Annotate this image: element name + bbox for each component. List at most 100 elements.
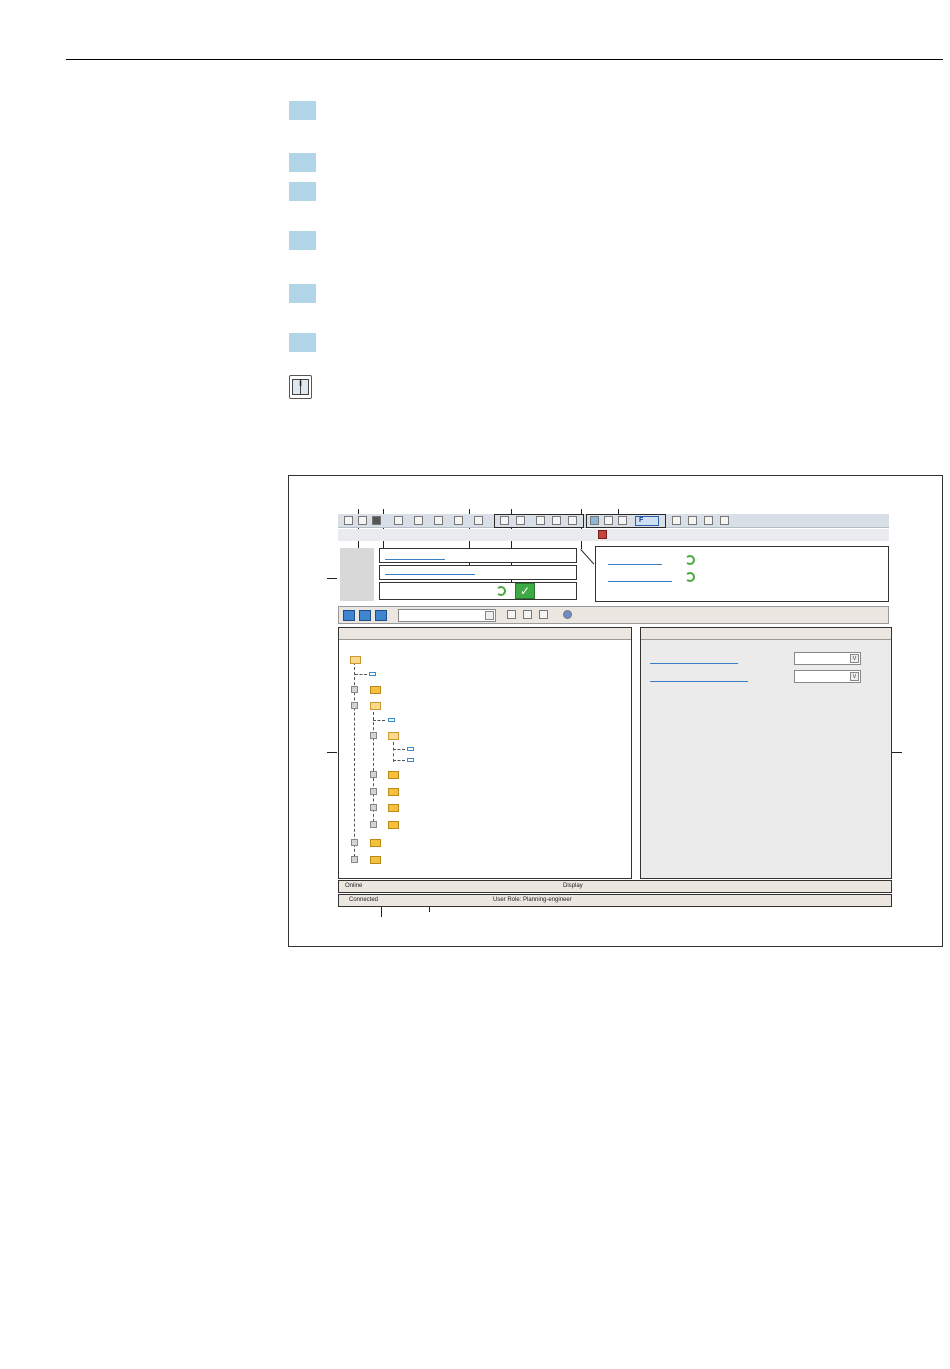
save-icon[interactable] bbox=[372, 516, 381, 525]
device-icon[interactable] bbox=[414, 516, 423, 525]
folder-icon[interactable] bbox=[370, 856, 381, 864]
device-name-field bbox=[379, 548, 577, 563]
print-icon[interactable] bbox=[394, 516, 403, 525]
callout-tick-left bbox=[327, 752, 337, 753]
step-marker-3 bbox=[289, 182, 316, 201]
function-button[interactable]: F bbox=[635, 516, 659, 526]
tree-node[interactable] bbox=[370, 804, 377, 811]
device-tag-link[interactable] bbox=[385, 574, 475, 575]
tree-line bbox=[355, 674, 367, 675]
alarm-icon[interactable] bbox=[598, 530, 607, 539]
layout-icon[interactable] bbox=[343, 610, 355, 621]
callout-tick-right bbox=[892, 752, 902, 753]
tree-panel-header bbox=[339, 628, 631, 640]
parameter-select-2[interactable]: v bbox=[794, 670, 861, 683]
tree-line bbox=[393, 760, 405, 761]
download-icon[interactable] bbox=[552, 516, 561, 525]
callout-line bbox=[580, 549, 595, 565]
device-image bbox=[340, 548, 374, 601]
folder-icon[interactable] bbox=[370, 839, 381, 847]
folder-icon[interactable] bbox=[388, 732, 399, 740]
new-file-icon[interactable] bbox=[344, 516, 353, 525]
parameter-select-1[interactable]: v bbox=[794, 652, 861, 665]
storage-icon[interactable] bbox=[568, 516, 577, 525]
tree-node[interactable] bbox=[351, 839, 358, 846]
scan-icon[interactable] bbox=[618, 516, 627, 525]
disconnect-icon[interactable] bbox=[516, 516, 525, 525]
connection-status: Connected bbox=[349, 897, 379, 903]
view-select[interactable] bbox=[398, 609, 496, 622]
callout-tick-left bbox=[327, 578, 337, 579]
step-marker-2 bbox=[289, 153, 316, 172]
window-icon[interactable] bbox=[474, 516, 483, 525]
tree-node[interactable] bbox=[370, 788, 377, 795]
tab-online[interactable]: Online bbox=[345, 883, 362, 889]
help-icon[interactable] bbox=[454, 516, 463, 525]
parameter-panel-header bbox=[641, 628, 891, 640]
edit-icon[interactable] bbox=[523, 610, 532, 619]
parameter-icon[interactable] bbox=[407, 758, 414, 762]
tool-icon[interactable] bbox=[688, 516, 697, 525]
tree-node[interactable] bbox=[351, 702, 358, 709]
globe-icon[interactable] bbox=[563, 610, 572, 619]
folder-icon[interactable] bbox=[388, 788, 399, 796]
software-screenshot-figure: F ✓ v v Online Display Connected User Ro… bbox=[288, 475, 943, 947]
value-link-1[interactable] bbox=[608, 564, 662, 565]
parameter-panel: v v bbox=[640, 627, 892, 879]
tool-icon[interactable] bbox=[672, 516, 681, 525]
upload-icon[interactable] bbox=[536, 516, 545, 525]
tool-icon[interactable] bbox=[704, 516, 713, 525]
tool-icon[interactable] bbox=[720, 516, 729, 525]
wrench-icon[interactable] bbox=[507, 610, 516, 619]
view-tab-bar: Online Display bbox=[338, 880, 892, 893]
device-status-field bbox=[379, 582, 577, 600]
status-ok-icon: ✓ bbox=[515, 583, 535, 599]
folder-icon[interactable] bbox=[370, 702, 381, 710]
refresh-icon[interactable] bbox=[685, 555, 695, 565]
refresh-icon[interactable] bbox=[496, 586, 506, 596]
step-marker-1 bbox=[289, 101, 316, 120]
tree-line bbox=[393, 749, 405, 750]
network-icon[interactable] bbox=[604, 516, 613, 525]
parameter-icon[interactable] bbox=[369, 672, 376, 676]
user-role: User Role: Planning-engineer bbox=[493, 897, 572, 903]
status-bar: Connected User Role: Planning-engineer bbox=[338, 894, 892, 907]
tree-node[interactable] bbox=[351, 686, 358, 693]
step-marker-6 bbox=[289, 333, 316, 352]
parameter-icon[interactable] bbox=[388, 718, 395, 722]
tree-node[interactable] bbox=[370, 732, 377, 739]
folder-icon[interactable] bbox=[388, 821, 399, 829]
tree-line bbox=[393, 742, 394, 762]
value-link-2[interactable] bbox=[608, 581, 672, 582]
device-list-icon[interactable] bbox=[590, 516, 599, 525]
menu-strip bbox=[338, 529, 889, 541]
device-name-link[interactable] bbox=[385, 559, 445, 560]
manual-info-icon: i bbox=[289, 375, 312, 399]
navigation-tree-panel bbox=[338, 627, 632, 879]
tree-node[interactable] bbox=[351, 856, 358, 863]
connect-icon[interactable] bbox=[500, 516, 509, 525]
printer-icon[interactable] bbox=[434, 516, 443, 525]
measured-values-box bbox=[595, 546, 889, 602]
step-marker-5 bbox=[289, 284, 316, 303]
tree-node[interactable] bbox=[370, 821, 377, 828]
layout-icon[interactable] bbox=[375, 610, 387, 621]
callout-line bbox=[381, 907, 382, 917]
tree-node[interactable] bbox=[370, 771, 377, 778]
refresh-icon[interactable] bbox=[685, 572, 695, 582]
header-rule bbox=[66, 59, 943, 60]
folder-icon[interactable] bbox=[388, 804, 399, 812]
folder-icon[interactable] bbox=[370, 686, 381, 694]
folder-icon[interactable] bbox=[350, 656, 361, 664]
tab-display[interactable]: Display bbox=[563, 883, 583, 889]
open-folder-icon[interactable] bbox=[358, 516, 367, 525]
parameter-link-1[interactable] bbox=[650, 663, 738, 664]
folder-icon[interactable] bbox=[388, 771, 399, 779]
parameter-link-2[interactable] bbox=[650, 681, 748, 682]
tree-line bbox=[373, 720, 385, 721]
print-icon[interactable] bbox=[539, 610, 548, 619]
parameter-icon[interactable] bbox=[407, 747, 414, 751]
device-tag-field bbox=[379, 565, 577, 580]
step-marker-4 bbox=[289, 231, 316, 250]
layout-icon[interactable] bbox=[359, 610, 371, 621]
